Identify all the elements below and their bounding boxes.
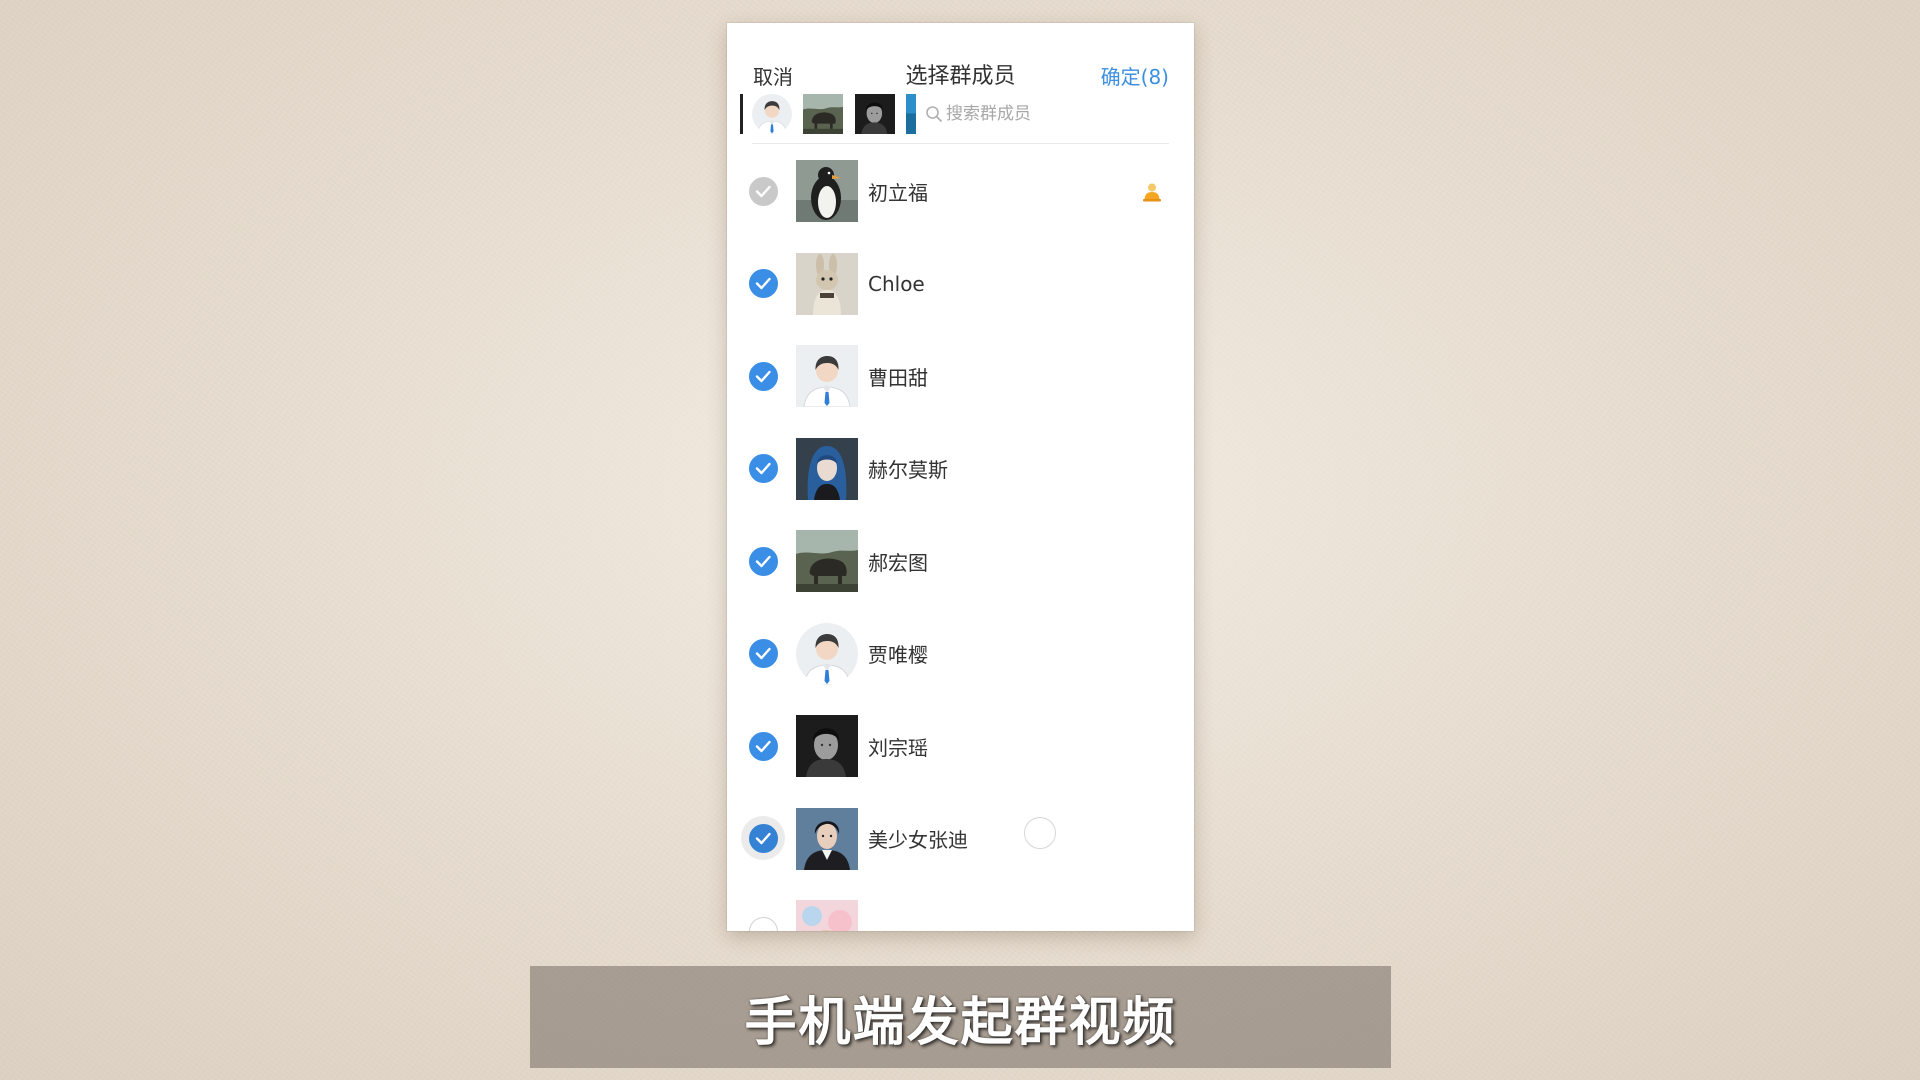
search-icon [926, 106, 942, 122]
cancel-button[interactable]: 取消 [753, 63, 793, 91]
member-row[interactable]: 贾唯樱 [727, 608, 1194, 701]
member-checkbox[interactable] [749, 546, 778, 576]
group-owner-icon [1143, 183, 1161, 202]
member-row[interactable]: 郝宏图 [727, 515, 1194, 608]
member-avatar [796, 438, 858, 500]
member-checkbox[interactable] [749, 639, 778, 669]
member-row[interactable]: 赫尔莫斯 [727, 423, 1194, 516]
member-name: 曹田甜 [868, 365, 928, 390]
selected-avatar[interactable] [803, 94, 843, 134]
selected-avatar[interactable] [906, 94, 916, 134]
confirm-button[interactable]: 确定(8) [1101, 63, 1169, 91]
member-checkbox[interactable] [749, 361, 778, 391]
member-row[interactable]: 刘宗瑶 [727, 700, 1194, 793]
selected-strip-scroll-edge [740, 94, 743, 134]
member-row[interactable]: Chloe [727, 238, 1194, 331]
caption-banner: 手机端发起群视频 [530, 966, 1391, 1068]
divider [752, 143, 1169, 144]
member-list: 初立福 Chloe 曹田甜 赫尔莫斯 郝宏图 贾唯樱 刘宗瑶 美少女张迪 [727, 145, 1194, 931]
member-name: 贾唯樱 [868, 643, 928, 668]
member-checkbox[interactable] [749, 916, 778, 931]
search-input[interactable] [946, 100, 1166, 128]
caption-text: 手机端发起群视频 [744, 991, 1177, 1053]
member-row[interactable]: 曹田甜 [727, 330, 1194, 423]
member-checkbox[interactable] [749, 454, 778, 484]
selected-avatar[interactable] [752, 94, 792, 134]
member-avatar [796, 160, 858, 222]
member-name: 刘宗瑶 [868, 735, 928, 760]
member-checkbox[interactable] [741, 816, 785, 861]
member-avatar [796, 808, 858, 870]
member-avatar [796, 530, 858, 592]
member-name: 郝宏图 [868, 550, 928, 575]
phone-screen: 取消 选择群成员 确定(8) 初立福 Chloe [727, 23, 1194, 931]
member-name: 美少女张迪 [868, 828, 968, 853]
member-row[interactable]: 美少女张迪 [727, 793, 1194, 886]
member-avatar [796, 623, 858, 685]
member-avatar [796, 715, 858, 777]
member-name: Chloe [868, 271, 925, 296]
member-name: 初立福 [868, 180, 928, 205]
member-checkbox[interactable] [749, 176, 778, 206]
member-checkbox[interactable] [749, 269, 778, 299]
member-avatar [796, 345, 858, 407]
member-avatar [796, 253, 858, 315]
member-row[interactable]: 初立福 [727, 145, 1194, 238]
member-row[interactable] [727, 885, 1194, 931]
member-checkbox[interactable] [749, 731, 778, 761]
touch-indicator [1024, 817, 1056, 849]
member-avatar [796, 900, 858, 931]
selected-avatar[interactable] [855, 94, 895, 134]
member-name: 赫尔莫斯 [868, 458, 948, 483]
